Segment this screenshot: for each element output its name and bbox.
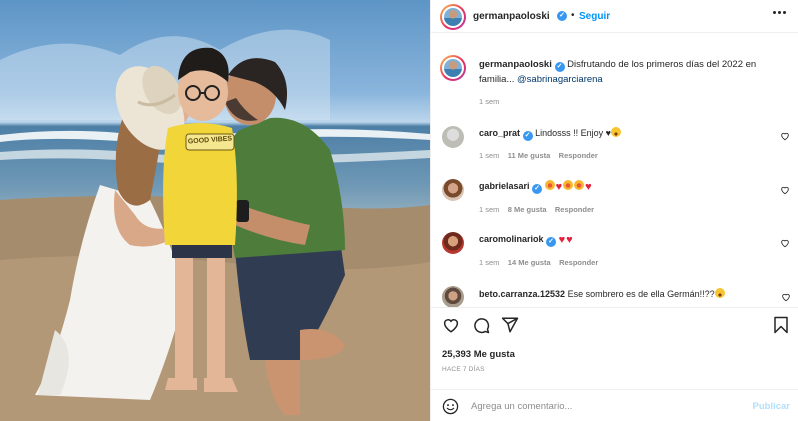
post-side-panel: germanpaoloski ✓ • Seguir germanpaoloski…	[430, 0, 798, 421]
comment-like-heart-icon[interactable]	[780, 185, 790, 195]
comment-clip: beto.carranza.12532 Ese sombrero es de e…	[431, 280, 798, 307]
caption-author-avatar[interactable]	[440, 55, 466, 81]
add-comment-bar: Publicar	[431, 389, 798, 421]
laughing-emoji-icon	[714, 288, 725, 298]
caption-age[interactable]: 1 sem	[479, 97, 499, 106]
comment-meta: 1 sem 8 Me gusta Responder	[479, 205, 594, 214]
comment-username[interactable]: beto.carranza.12532	[479, 289, 565, 299]
likes-count[interactable]: 25,393 Me gusta	[442, 349, 515, 360]
comment-username[interactable]: gabrielasari	[479, 181, 530, 191]
publish-button[interactable]: Publicar	[753, 401, 791, 412]
comment-body: caro_prat ✓ Lindosss !! Enjoy ♥	[479, 127, 622, 141]
comment-age[interactable]: 1 sem	[479, 151, 499, 160]
comment-body: beto.carranza.12532 Ese sombrero es de e…	[479, 288, 726, 299]
star-eyes-emoji-icon	[574, 180, 585, 190]
verified-badge-icon: ✓	[554, 62, 565, 72]
red-heart-emoji-icon: ♥	[585, 181, 592, 193]
comment-body: caromolinariok ✓ ♥♥	[479, 234, 574, 247]
verified-badge-icon: ✓	[546, 237, 557, 247]
author-avatar[interactable]	[440, 4, 466, 30]
star-eyes-emoji-icon	[544, 180, 555, 190]
post-photo[interactable]: GOOD VIBES	[0, 0, 430, 421]
comment-like-heart-icon[interactable]	[780, 238, 790, 248]
comment-like-heart-icon[interactable]	[781, 292, 791, 302]
comment-input[interactable]	[471, 398, 731, 415]
author-username[interactable]: germanpaoloski	[473, 11, 550, 22]
bookmark-icon[interactable]	[772, 316, 790, 334]
verified-badge-icon: ✓	[532, 184, 543, 194]
verified-badge-icon: ✓	[557, 11, 567, 21]
comment-body: gabrielasari ✓ ♥ ♥	[479, 180, 593, 194]
caption-username[interactable]: germanpaoloski	[479, 59, 552, 70]
comment-age[interactable]: 1 sem	[479, 205, 499, 214]
comment-likes[interactable]: 11 Me gusta	[508, 151, 551, 160]
comment-likes[interactable]: 8 Me gusta	[508, 205, 547, 214]
red-heart-emoji-icon: ♥	[566, 234, 573, 246]
reply-button[interactable]: Responder	[559, 151, 598, 160]
comment-avatar[interactable]	[442, 286, 464, 307]
paper-plane-icon[interactable]	[501, 316, 519, 334]
caption-mention-link[interactable]: @sabrinagarciarena	[517, 74, 603, 85]
red-heart-emoji-icon: ♥	[558, 234, 566, 246]
photo-scene	[0, 29, 430, 421]
more-dots-icon[interactable]	[773, 11, 787, 15]
post-caption: germanpaoloski ✓ Disfrutando de los prim…	[479, 57, 789, 87]
comment-age[interactable]: 1 sem	[479, 258, 499, 267]
post-header: germanpaoloski ✓ • Seguir	[431, 0, 798, 33]
heart-icon[interactable]	[442, 316, 460, 334]
reply-button[interactable]: Responder	[559, 258, 598, 267]
star-eyes-emoji-icon	[563, 180, 574, 190]
comment-avatar[interactable]	[442, 179, 464, 201]
comment-avatar[interactable]	[442, 232, 464, 254]
comment-likes[interactable]: 14 Me gusta	[508, 258, 551, 267]
comment-text: Lindosss !! Enjoy ♥	[535, 128, 611, 138]
comment-like-heart-icon[interactable]	[780, 131, 790, 141]
comment-text: Ese sombrero es de ella Germán!!??	[567, 289, 715, 299]
separator-dot: •	[571, 10, 575, 21]
comment-meta: 1 sem 14 Me gusta Responder	[479, 258, 598, 267]
comment-avatar[interactable]	[442, 126, 464, 148]
comment-meta: 1 sem 11 Me gusta Responder	[479, 151, 598, 160]
red-heart-emoji-icon: ♥	[555, 181, 563, 193]
post-actions: 25,393 Me gusta HACE 7 DÍAS	[431, 307, 798, 387]
comment-username[interactable]: caromolinariok	[479, 234, 544, 244]
follow-button[interactable]: Seguir	[579, 11, 610, 22]
reply-button[interactable]: Responder	[555, 205, 594, 214]
laughing-emoji-icon	[610, 127, 621, 137]
comment-icon[interactable]	[472, 316, 490, 334]
smiley-icon[interactable]	[442, 398, 459, 415]
comment-username[interactable]: caro_prat	[479, 128, 520, 138]
post-timestamp[interactable]: HACE 7 DÍAS	[442, 366, 485, 373]
verified-badge-icon: ✓	[522, 131, 533, 141]
